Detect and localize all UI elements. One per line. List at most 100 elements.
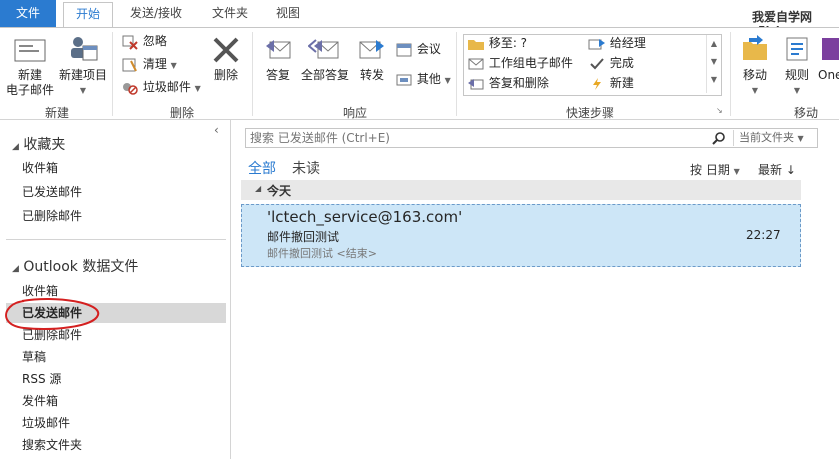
datafile-header[interactable]: ◢ Outlook 数据文件: [12, 256, 138, 276]
forward-button[interactable]: 转发: [354, 34, 390, 83]
rules-button[interactable]: 规则 ▼: [778, 34, 816, 98]
folder-pane: ‹ ◢ 收藏夹 收件箱 已发送邮件 已删除邮件 ◢ Outlook 数据文件 收…: [0, 120, 231, 459]
checkmark-icon: [590, 57, 604, 69]
tab-file[interactable]: 文件: [0, 0, 56, 27]
nav-fav-inbox[interactable]: 收件箱: [22, 158, 58, 178]
forward-icon: [359, 40, 384, 59]
ignore-button[interactable]: 忽略: [121, 32, 167, 50]
nav-outbox[interactable]: 发件箱: [22, 391, 58, 411]
delete-label: 删除: [213, 68, 238, 82]
reply-button[interactable]: 答复: [258, 34, 298, 83]
filter-all[interactable]: 全部: [248, 158, 276, 178]
new-email-button[interactable]: 新建 电子邮件: [4, 38, 56, 98]
move-folder-icon: [743, 35, 767, 60]
delete-icon: [213, 37, 239, 63]
quick-step-team-email[interactable]: 工作组电子邮件: [467, 54, 573, 72]
gallery-more-icon[interactable]: ▼: [707, 71, 721, 89]
reply-label: 答复: [265, 68, 290, 82]
search-icon[interactable]: [712, 131, 726, 145]
chevron-down-icon: ▼: [751, 86, 759, 95]
group-separator: [252, 32, 253, 116]
meeting-icon: [396, 43, 412, 56]
quick-step-done-label: 完成: [609, 56, 634, 70]
watermark-text: 我爱自学网: [752, 10, 813, 24]
mail-recipient: 'lctech_service@163.com': [267, 208, 463, 226]
nav-rss[interactable]: RSS 源: [22, 369, 61, 389]
nav-fav-deleted[interactable]: 已删除邮件: [22, 206, 82, 226]
new-email-label-2: 电子邮件: [5, 83, 54, 97]
tab-view[interactable]: 视图: [266, 2, 310, 27]
group-label-new: 新建: [44, 106, 69, 120]
meeting-button[interactable]: 会议: [395, 40, 441, 58]
group-header-today[interactable]: ◢ 今天: [241, 180, 801, 200]
search-input[interactable]: [250, 130, 690, 146]
junk-button[interactable]: 垃圾邮件 ▼: [121, 78, 201, 96]
group-label-respond: 响应: [342, 106, 367, 120]
chevron-down-icon: ▼: [797, 134, 804, 143]
tab-folder[interactable]: 文件夹: [200, 2, 260, 27]
expand-arrow-icon: ◢: [12, 142, 19, 152]
more-icon: [396, 74, 412, 85]
quick-step-done[interactable]: 完成: [588, 54, 634, 72]
quick-step-to-manager[interactable]: 给经理: [588, 34, 646, 52]
reply-all-icon: [307, 39, 339, 59]
quick-step-create-new-label: 新建: [609, 76, 634, 90]
chevron-down-icon: ▼: [79, 86, 87, 95]
mail-subject: 邮件撤回测试: [267, 230, 340, 244]
search-box[interactable]: 当前文件夹 ▼: [245, 128, 818, 148]
new-items-button[interactable]: 新建项目 ▼: [56, 34, 110, 98]
folder-icon: [468, 39, 484, 50]
nav-junk[interactable]: 垃圾邮件: [22, 413, 70, 433]
onenote-button[interactable]: One: [818, 34, 839, 83]
rules-icon: [786, 37, 808, 61]
new-items-label: 新建项目: [58, 68, 107, 82]
quick-steps-scrollbar[interactable]: ▲ ▼ ▼: [706, 35, 721, 93]
group-label-delete: 删除: [169, 106, 194, 120]
group-header-label: 今天: [267, 184, 292, 198]
quick-step-reply-delete[interactable]: 答复和删除: [467, 74, 549, 92]
mail-time: 22:27: [746, 228, 781, 242]
new-items-icon: [71, 37, 98, 61]
nav-drafts[interactable]: 草稿: [22, 347, 46, 367]
cleanup-icon: [122, 58, 137, 71]
sort-by-dropdown[interactable]: 按 日期 ▼: [690, 161, 740, 178]
chevron-down-icon: ▼: [793, 86, 801, 95]
move-button[interactable]: 移动 ▼: [736, 34, 774, 98]
more-respond-button[interactable]: 其他 ▼: [395, 70, 451, 88]
chevron-down-icon: ▼: [733, 167, 740, 176]
email-icon: [468, 58, 484, 69]
quick-step-team-email-label: 工作组电子邮件: [488, 56, 573, 70]
reply-all-label: 全部答复: [300, 68, 349, 82]
scroll-up-icon[interactable]: ▲: [707, 35, 721, 53]
tab-home[interactable]: 开始: [63, 2, 113, 28]
filter-unread[interactable]: 未读: [292, 158, 320, 178]
quick-step-to-manager-label: 给经理: [609, 36, 646, 50]
delete-button[interactable]: 删除: [206, 36, 246, 83]
annotation-circle: [5, 298, 100, 330]
nav-divider: [6, 239, 226, 240]
ignore-icon: [122, 35, 138, 50]
lightning-icon: [593, 77, 601, 90]
sort-order-toggle[interactable]: 最新 ↓: [758, 161, 796, 178]
scroll-down-icon[interactable]: ▼: [707, 53, 721, 71]
nav-search-folders[interactable]: 搜索文件夹: [22, 435, 82, 455]
expand-arrow-icon: ◢: [12, 264, 19, 274]
chevron-down-icon: ▼: [194, 84, 201, 93]
group-label-move: 移动: [793, 106, 818, 120]
dialog-launcher-icon[interactable]: ↘: [716, 106, 723, 115]
quick-step-create-new[interactable]: 新建: [588, 74, 634, 92]
mail-list-item[interactable]: 'lctech_service@163.com' 邮件撤回测试 22:27 邮件…: [241, 204, 801, 267]
group-separator: [730, 32, 731, 116]
sort-by-label: 按 日期: [690, 163, 730, 177]
search-scope-label: 当前文件夹: [739, 131, 794, 144]
collapse-pane-icon[interactable]: ‹: [214, 123, 219, 137]
quick-step-move-to[interactable]: 移至: ?: [467, 34, 527, 52]
reply-all-button[interactable]: 全部答复: [298, 34, 352, 83]
favorites-header[interactable]: ◢ 收藏夹: [12, 134, 65, 154]
quick-step-reply-delete-label: 答复和删除: [488, 76, 549, 90]
forward-icon: [588, 38, 605, 49]
search-scope-dropdown[interactable]: 当前文件夹 ▼: [739, 130, 804, 147]
tab-send-receive[interactable]: 发送/接收: [120, 2, 192, 27]
cleanup-button[interactable]: 清理 ▼: [121, 55, 177, 73]
nav-fav-sent[interactable]: 已发送邮件: [22, 182, 82, 202]
